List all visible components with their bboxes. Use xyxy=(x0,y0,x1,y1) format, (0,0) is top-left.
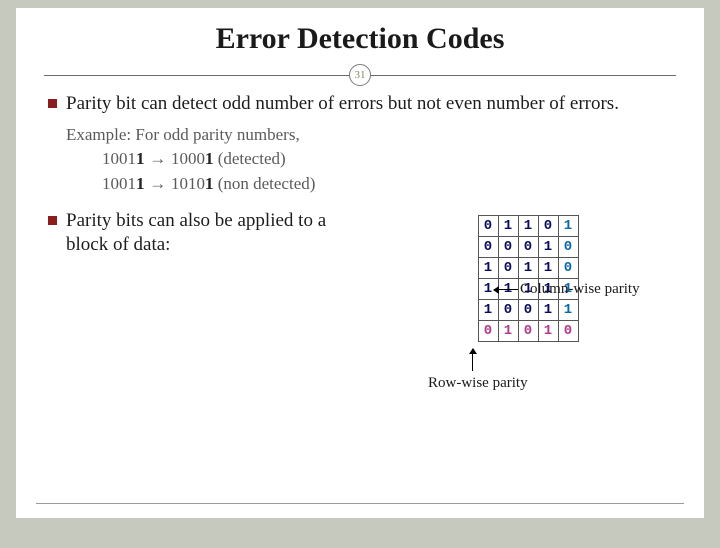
data-cell: 1 xyxy=(478,257,498,278)
row-parity-cell: 0 xyxy=(558,257,578,278)
data-cell: 1 xyxy=(498,215,518,236)
title-divider: 31 xyxy=(44,64,676,86)
data-cell: 1 xyxy=(518,257,538,278)
second-block: Parity bits can also be applied to a blo… xyxy=(44,209,676,342)
example-header: Example: For odd parity numbers, xyxy=(66,123,676,148)
row-parity-cell: 0 xyxy=(558,236,578,257)
data-cell: 1 xyxy=(478,299,498,320)
parity-table: 011010001010110111111001101010 xyxy=(478,215,579,342)
page-number-badge: 31 xyxy=(349,64,371,86)
data-cell: 0 xyxy=(518,236,538,257)
data-cell: 1 xyxy=(538,257,558,278)
data-cell: 1 xyxy=(538,299,558,320)
data-cell: 0 xyxy=(538,215,558,236)
page-title: Error Detection Codes xyxy=(44,22,676,56)
column-parity-label: Column-wise parity xyxy=(520,281,640,298)
data-cell: 0 xyxy=(478,236,498,257)
bullet-item-1: Parity bit can detect odd number of erro… xyxy=(48,92,676,117)
parity-figure: 011010001010110111111001101010 Column-wi… xyxy=(362,209,676,342)
ex2-prefix: 1001 xyxy=(102,174,136,193)
ex1-prefix: 1001 xyxy=(102,149,136,168)
data-cell: 0 xyxy=(478,215,498,236)
bullet-list: Parity bit can detect odd number of erro… xyxy=(44,92,676,117)
table-row: 00010 xyxy=(478,236,578,257)
bullet-item-2: Parity bits can also be applied to a blo… xyxy=(48,209,344,258)
data-cell: 1 xyxy=(518,215,538,236)
slide: Error Detection Codes 31 Parity bit can … xyxy=(16,8,704,518)
example-block: Example: For odd parity numbers, 10011 →… xyxy=(66,123,676,197)
ex2-res-prefix: 1010 xyxy=(171,174,205,193)
ex1-bit: 1 xyxy=(136,149,145,168)
row-parity-cell: 1 xyxy=(558,215,578,236)
bullet-text-1: Parity bit can detect odd number of erro… xyxy=(66,93,619,114)
example-line-2: 10011 → 10101 (non detected) xyxy=(102,172,676,197)
row-arrow-icon xyxy=(472,349,473,371)
data-cell: 0 xyxy=(518,299,538,320)
table-row: 10110 xyxy=(478,257,578,278)
column-parity-cell: 0 xyxy=(518,320,538,341)
ex2-suffix: (non detected) xyxy=(213,174,315,193)
column-parity-cell: 1 xyxy=(498,320,518,341)
ex1-suffix: (detected) xyxy=(213,149,285,168)
column-parity-cell: 0 xyxy=(478,320,498,341)
row-parity-label: Row-wise parity xyxy=(428,375,528,392)
column-parity-cell: 1 xyxy=(538,320,558,341)
row-parity-cell: 1 xyxy=(558,299,578,320)
bullet-text-2: Parity bits can also be applied to a blo… xyxy=(66,210,326,256)
data-cell: 0 xyxy=(498,299,518,320)
bottom-divider xyxy=(36,503,684,504)
column-arrow-icon xyxy=(494,289,518,290)
ex2-bit: 1 xyxy=(136,174,145,193)
ex1-res-prefix: 1000 xyxy=(171,149,205,168)
column-parity-row: 01010 xyxy=(478,320,578,341)
data-cell: 1 xyxy=(538,236,558,257)
data-cell: 0 xyxy=(498,257,518,278)
table-row: 10011 xyxy=(478,299,578,320)
table-row: 01101 xyxy=(478,215,578,236)
corner-parity-cell: 0 xyxy=(558,320,578,341)
data-cell: 0 xyxy=(498,236,518,257)
example-line-1: 10011 → 10001 (detected) xyxy=(102,147,676,172)
ex1-arrow-icon: → xyxy=(145,149,171,168)
ex2-arrow-icon: → xyxy=(145,174,171,193)
bullet-list-2: Parity bits can also be applied to a blo… xyxy=(44,209,344,258)
